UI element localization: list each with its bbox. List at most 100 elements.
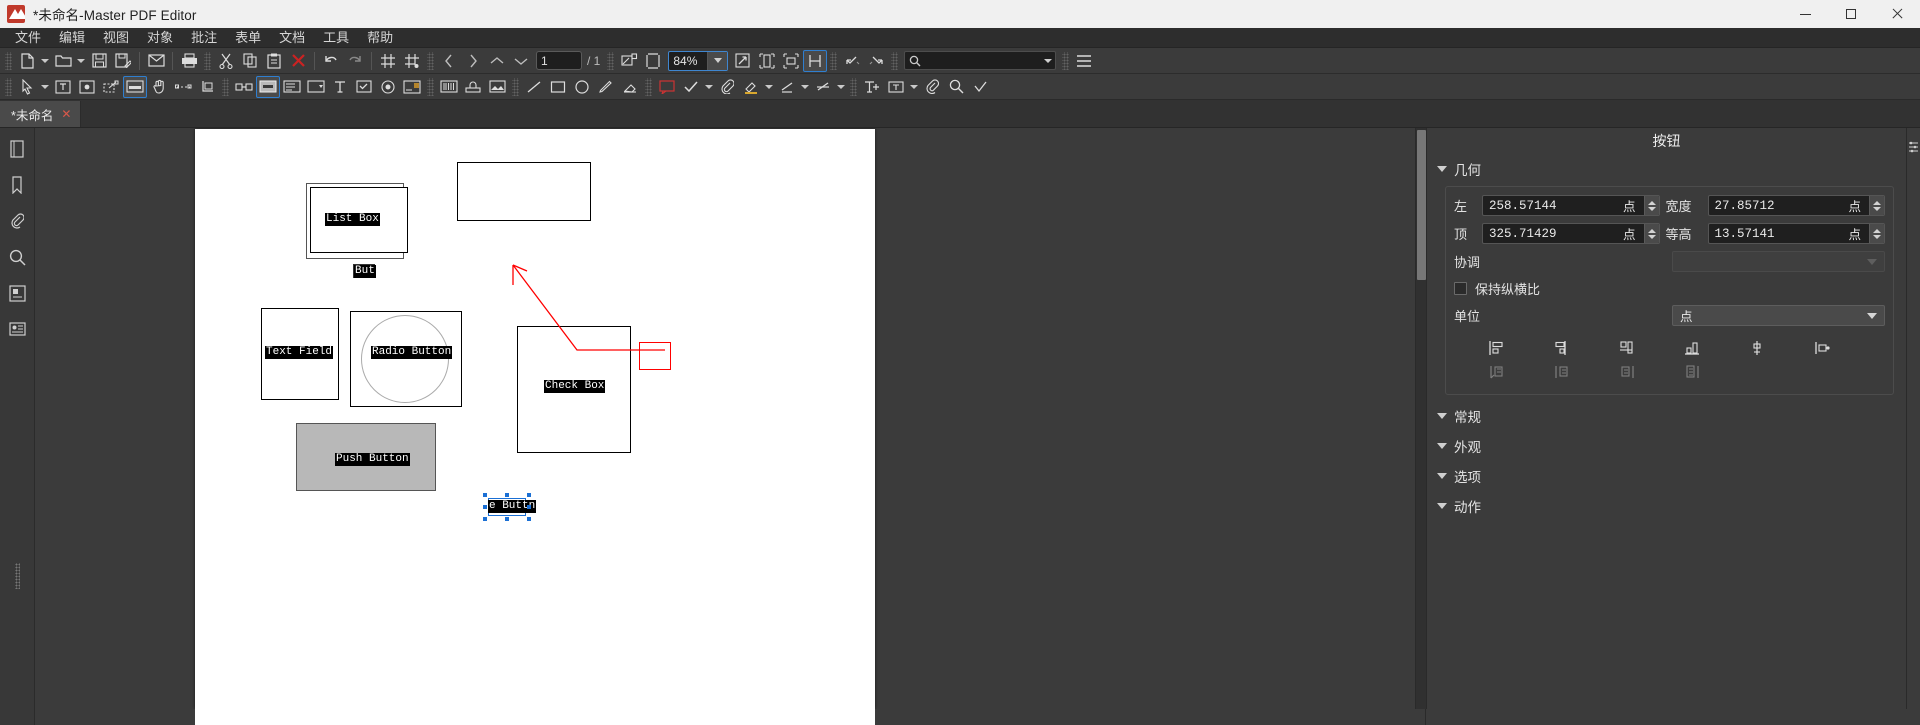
undo-button[interactable] bbox=[319, 50, 343, 72]
coordinate-combo[interactable] bbox=[1672, 251, 1885, 272]
signature-field-button[interactable] bbox=[400, 76, 424, 98]
width-stepper[interactable] bbox=[1869, 195, 1884, 216]
fit-page-button[interactable] bbox=[617, 50, 641, 72]
toolbar-grip[interactable] bbox=[427, 78, 434, 96]
maximize-button[interactable] bbox=[1828, 0, 1874, 28]
validate-button[interactable] bbox=[968, 76, 992, 98]
align-left-icon[interactable] bbox=[1464, 336, 1529, 360]
previous-page-button[interactable] bbox=[437, 50, 461, 72]
text-field-tool-button[interactable] bbox=[123, 76, 147, 98]
search-dropdown-arrow[interactable] bbox=[1041, 59, 1055, 63]
sidebar-attachments-icon[interactable] bbox=[4, 208, 30, 234]
menu-file[interactable]: 文件 bbox=[6, 28, 50, 48]
menu-edit[interactable]: 编辑 bbox=[50, 28, 94, 48]
pencil-tool-button[interactable] bbox=[594, 76, 618, 98]
crop-tool-button[interactable] bbox=[195, 76, 219, 98]
top-stepper[interactable] bbox=[1644, 223, 1659, 244]
rotate-left-button[interactable] bbox=[840, 50, 864, 72]
empty-rectangle-field[interactable] bbox=[457, 162, 591, 221]
menu-document[interactable]: 文档 bbox=[270, 28, 314, 48]
hamburger-menu-button[interactable] bbox=[1072, 50, 1096, 72]
magnify-button[interactable] bbox=[944, 76, 968, 98]
toolbar-grip[interactable] bbox=[891, 52, 898, 70]
section-general[interactable]: 常规 bbox=[1427, 401, 1906, 431]
page-layout-button[interactable] bbox=[803, 50, 827, 72]
ellipse-tool-button[interactable] bbox=[570, 76, 594, 98]
search-input[interactable] bbox=[925, 55, 1041, 67]
align-bottom-icon[interactable] bbox=[1789, 336, 1854, 360]
paperclip-button[interactable] bbox=[920, 76, 944, 98]
section-geometry-header[interactable]: 几何 bbox=[1427, 154, 1906, 184]
sidebar-layers-icon[interactable] bbox=[4, 280, 30, 306]
show-grid-button[interactable] bbox=[376, 50, 400, 72]
strikethrough-dropdown[interactable] bbox=[835, 76, 847, 98]
distribute-spacing-icon[interactable] bbox=[1659, 360, 1724, 384]
align-top-icon[interactable] bbox=[1659, 336, 1724, 360]
height-stepper[interactable] bbox=[1869, 223, 1884, 244]
zoom-dropdown-arrow[interactable] bbox=[707, 52, 727, 70]
search-box[interactable] bbox=[904, 51, 1056, 70]
check-mark-button[interactable] bbox=[679, 76, 703, 98]
check-box-tool-button[interactable] bbox=[352, 76, 376, 98]
select-tool-dropdown[interactable] bbox=[39, 76, 51, 98]
new-document-dropdown[interactable] bbox=[39, 50, 51, 72]
highlight-dropdown[interactable] bbox=[763, 76, 775, 98]
toolbar-grip[interactable] bbox=[204, 52, 211, 70]
align-center-horizontal-icon[interactable] bbox=[1529, 336, 1594, 360]
next-page-button[interactable] bbox=[461, 50, 485, 72]
left-stepper[interactable] bbox=[1644, 195, 1659, 216]
menu-form[interactable]: 表单 bbox=[226, 28, 270, 48]
list-box-tool-button[interactable] bbox=[280, 76, 304, 98]
fit-vertical-button[interactable] bbox=[755, 50, 779, 72]
toolbar-grip[interactable] bbox=[1062, 52, 1069, 70]
edit-object-button[interactable] bbox=[99, 76, 123, 98]
toolbar-grip[interactable] bbox=[607, 52, 614, 70]
link-tool-button[interactable] bbox=[232, 76, 256, 98]
distribute-center-icon[interactable] bbox=[1529, 360, 1594, 384]
toolbar-grip[interactable] bbox=[5, 78, 12, 96]
attachment-button[interactable] bbox=[715, 76, 739, 98]
selection-handles[interactable] bbox=[483, 493, 531, 521]
page-up-button[interactable] bbox=[485, 50, 509, 72]
highlight-button[interactable] bbox=[739, 76, 763, 98]
email-button[interactable] bbox=[144, 50, 168, 72]
fit-horizontal-button[interactable] bbox=[779, 50, 803, 72]
check-mark-dropdown[interactable] bbox=[703, 76, 715, 98]
rail-splitter-handle[interactable] bbox=[15, 563, 20, 589]
scrollbar-thumb[interactable] bbox=[1417, 130, 1426, 280]
width-input[interactable]: 27.85712 点 bbox=[1708, 195, 1886, 216]
sidebar-search-icon[interactable] bbox=[4, 244, 30, 270]
print-button[interactable] bbox=[177, 50, 201, 72]
open-file-button[interactable] bbox=[51, 50, 75, 72]
doc-tab-untitled[interactable]: *未命名 ✕ bbox=[0, 101, 81, 127]
section-options[interactable]: 选项 bbox=[1427, 461, 1906, 491]
red-rectangle-annotation[interactable] bbox=[639, 342, 671, 370]
zoom-in-button[interactable] bbox=[731, 50, 755, 72]
distribute-left-icon[interactable] bbox=[1464, 360, 1529, 384]
redo-button[interactable] bbox=[343, 50, 367, 72]
document-canvas[interactable]: List Box But Text Field Radio Button Che… bbox=[35, 128, 1426, 709]
keep-ratio-row[interactable]: 保持纵横比 bbox=[1454, 279, 1885, 298]
distribute-right-icon[interactable] bbox=[1594, 360, 1659, 384]
rectangle-tool-button[interactable] bbox=[546, 76, 570, 98]
text-field-button[interactable] bbox=[328, 76, 352, 98]
cut-button[interactable] bbox=[214, 50, 238, 72]
open-file-dropdown[interactable] bbox=[75, 50, 87, 72]
delete-button[interactable] bbox=[286, 50, 310, 72]
pdf-page[interactable]: List Box But Text Field Radio Button Che… bbox=[195, 129, 875, 709]
keep-ratio-checkbox[interactable] bbox=[1454, 282, 1467, 295]
save-as-button[interactable] bbox=[111, 50, 135, 72]
save-button[interactable] bbox=[87, 50, 111, 72]
panel-collapse-icon[interactable] bbox=[1908, 140, 1920, 154]
page-number-input[interactable]: 1 bbox=[536, 51, 582, 70]
select-tool-button[interactable] bbox=[15, 76, 39, 98]
toolbar-grip[interactable] bbox=[427, 52, 434, 70]
edit-text-button[interactable] bbox=[51, 76, 75, 98]
edit-image-button[interactable] bbox=[75, 76, 99, 98]
eraser-tool-button[interactable] bbox=[618, 76, 642, 98]
section-appearance[interactable]: 外观 bbox=[1427, 431, 1906, 461]
toolbar-grip[interactable] bbox=[512, 78, 519, 96]
toolbar-grip[interactable] bbox=[645, 78, 652, 96]
combo-box-tool-button[interactable] bbox=[304, 76, 328, 98]
close-icon[interactable]: ✕ bbox=[61, 108, 71, 120]
